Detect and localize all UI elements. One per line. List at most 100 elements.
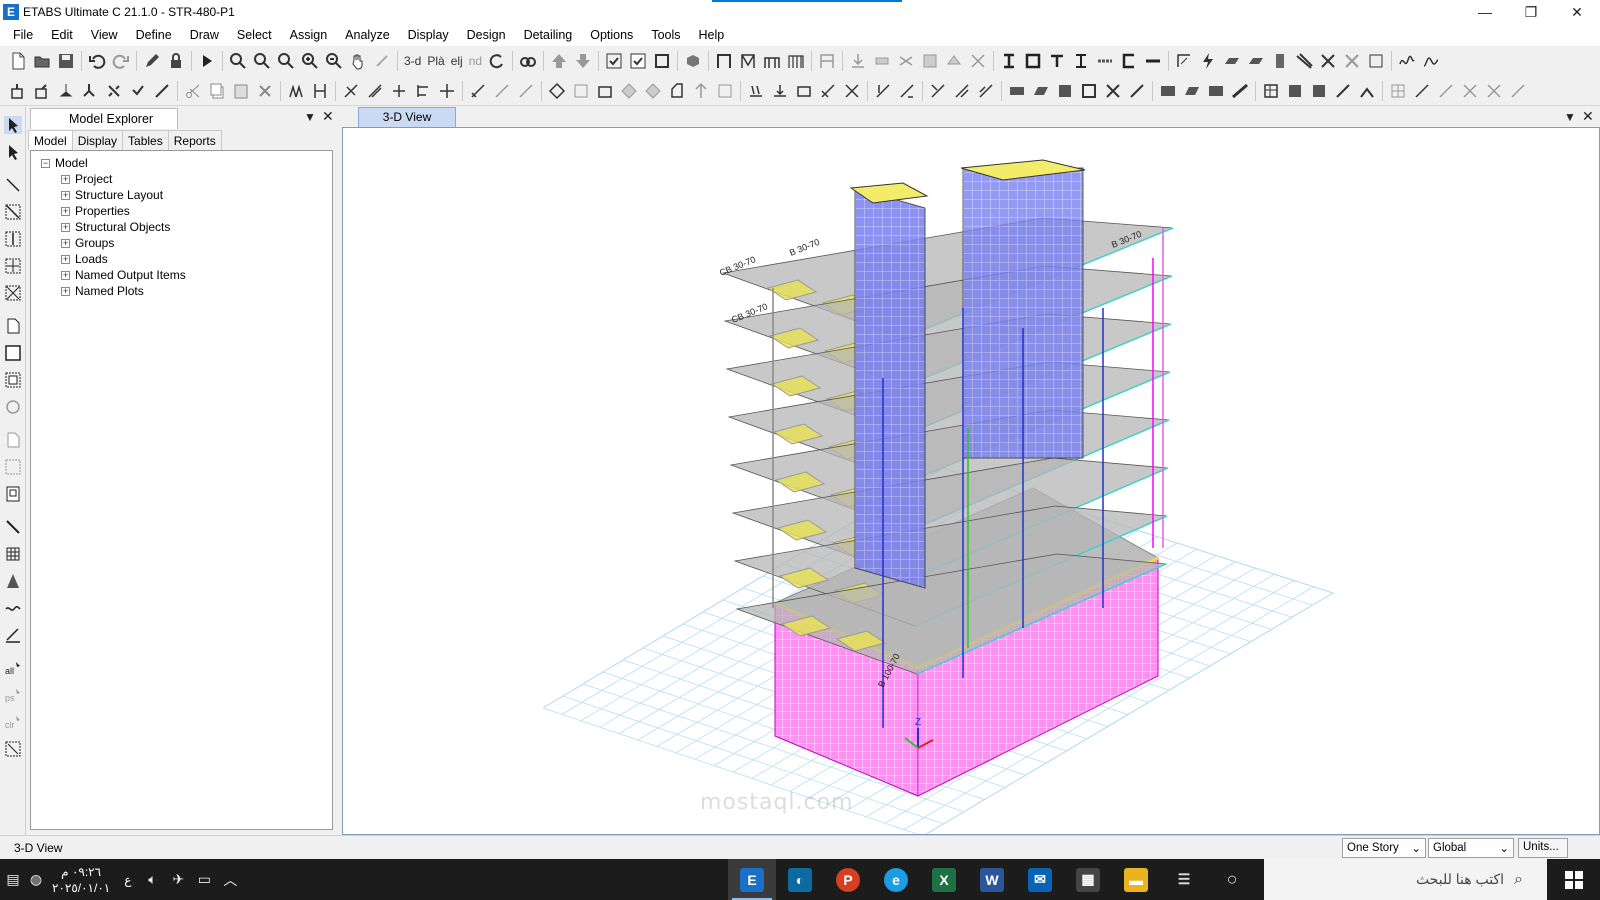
expand-icon[interactable]: + (61, 254, 70, 264)
menu-analyze[interactable]: Analyze (336, 28, 398, 42)
reshape-icon[interactable] (2, 138, 24, 165)
tab-model[interactable]: Model (28, 130, 73, 150)
taskbar-excel[interactable]: X (920, 859, 968, 900)
expand-icon[interactable]: + (61, 238, 70, 248)
area-select-icon[interactable] (545, 79, 569, 103)
assign-support-icon[interactable] (54, 79, 78, 103)
taskbar-taskview[interactable]: ☰ (1160, 859, 1208, 900)
rotate-icon[interactable] (485, 49, 509, 73)
elevation-view-button[interactable]: elj (448, 54, 466, 68)
draw-tendon-icon[interactable] (2, 567, 24, 594)
zoom-full-icon[interactable] (250, 49, 274, 73)
grid-select-icon[interactable] (569, 79, 593, 103)
clear-selection-icon[interactable]: clr (2, 708, 24, 735)
expand-icon[interactable]: + (61, 270, 70, 280)
select-pointer-icon[interactable] (2, 111, 24, 138)
deck-icon[interactable] (1093, 49, 1117, 73)
moment-frame-icon[interactable] (760, 49, 784, 73)
scale-icon[interactable] (966, 49, 990, 73)
assign-modifier-icon[interactable] (840, 79, 864, 103)
draw-opening-icon[interactable] (2, 393, 24, 420)
model-3d-canvas[interactable]: Z CB 30-70 B 30-70 B 100-70 B 30-70 CB 3… (342, 127, 1600, 835)
wind-icon[interactable] (894, 49, 918, 73)
i-section-icon[interactable] (997, 49, 1021, 73)
wave-icon[interactable] (1395, 49, 1419, 73)
expand-icon[interactable]: + (61, 174, 70, 184)
restraint-icon[interactable] (1340, 49, 1364, 73)
clock[interactable]: ٠٩:٢٦ م ٢٠٢٥/٠١/٠١ (46, 864, 116, 896)
set-options-icon[interactable] (650, 49, 674, 73)
menu-display[interactable]: Display (399, 28, 458, 42)
chevron-up-icon[interactable]: ︿ (217, 859, 243, 900)
draw-dimension-icon[interactable] (2, 621, 24, 648)
assign-mesh-icon[interactable] (950, 79, 974, 103)
taskbar-app-3[interactable]: P (824, 859, 872, 900)
detailing4-icon[interactable] (1228, 79, 1252, 103)
extrude2-icon[interactable] (490, 79, 514, 103)
check-icon[interactable] (626, 49, 650, 73)
menu-define[interactable]: Define (127, 28, 181, 42)
draw-beam-icon[interactable] (2, 198, 24, 225)
design-composite-icon[interactable] (1053, 79, 1077, 103)
assign-release-icon[interactable] (792, 79, 816, 103)
taskbar-cortana[interactable]: ○ (1208, 859, 1256, 900)
menu-draw[interactable]: Draw (181, 28, 228, 42)
panel-dropdown-icon[interactable]: ▼ (304, 110, 316, 124)
snap-perp-icon[interactable] (1482, 79, 1506, 103)
expand-icon[interactable]: + (61, 286, 70, 296)
taskbar-mail[interactable]: ✉ (1016, 859, 1064, 900)
restore-button[interactable]: ❐ (1508, 0, 1554, 24)
divide-icon[interactable] (339, 79, 363, 103)
assign-diaphragm-icon[interactable] (926, 79, 950, 103)
extrude-icon[interactable] (466, 79, 490, 103)
menu-edit[interactable]: Edit (42, 28, 82, 42)
notifications-icon[interactable]: ▤ (0, 859, 26, 900)
wall-icon[interactable] (942, 49, 966, 73)
menu-view[interactable]: View (82, 28, 127, 42)
join-icon[interactable] (387, 79, 411, 103)
intersect-select-icon[interactable] (2, 735, 24, 762)
taskbar-edge[interactable]: e (872, 859, 920, 900)
minimize-button[interactable]: — (1462, 0, 1508, 24)
start-button[interactable] (1548, 859, 1600, 900)
draw-wave-icon[interactable] (2, 594, 24, 621)
menu-tools[interactable]: Tools (642, 28, 689, 42)
wall-draw-icon[interactable] (1268, 49, 1292, 73)
snap-end-icon[interactable] (1410, 79, 1434, 103)
assign-frame-icon[interactable] (30, 79, 54, 103)
multi-frame-icon[interactable] (784, 49, 808, 73)
display-icon[interactable] (602, 49, 626, 73)
lock-icon[interactable] (164, 49, 188, 73)
close-button[interactable]: ✕ (1554, 0, 1600, 24)
tree-item-structural-objects[interactable]: + Structural Objects (41, 219, 332, 235)
assign-joint-icon[interactable] (6, 79, 30, 103)
new-model-icon[interactable] (6, 49, 30, 73)
braced-frame-icon[interactable] (736, 49, 760, 73)
undo-icon[interactable] (85, 49, 109, 73)
arrow-icon[interactable] (689, 79, 713, 103)
detailing3-icon[interactable] (1204, 79, 1228, 103)
plate-icon[interactable] (1141, 49, 1165, 73)
design-concrete-icon[interactable] (1029, 79, 1053, 103)
expand-icon[interactable]: + (61, 206, 70, 216)
draw-line-icon[interactable] (2, 171, 24, 198)
floor2-icon[interactable] (1244, 49, 1268, 73)
move-icon[interactable] (435, 79, 459, 103)
delete-icon[interactable] (253, 79, 277, 103)
zoom-out-icon[interactable] (322, 49, 346, 73)
zoom-in-icon[interactable] (298, 49, 322, 73)
open-icon[interactable] (30, 49, 54, 73)
select-previous-icon[interactable]: ps (2, 681, 24, 708)
box-section-icon[interactable] (1021, 49, 1045, 73)
design-results-icon[interactable] (1125, 79, 1149, 103)
design-wall-icon[interactable] (1077, 79, 1101, 103)
taskbar-explorer[interactable]: ▬ (1112, 859, 1160, 900)
expand-icon[interactable]: + (61, 222, 70, 232)
taskbar-search[interactable]: اكتب هنا للبحث ⌕ (1264, 859, 1547, 900)
view-dropdown-icon[interactable]: ▼ (1564, 110, 1576, 124)
snap-int-icon[interactable] (1458, 79, 1482, 103)
polygon-icon[interactable] (665, 79, 689, 103)
redo-icon[interactable] (109, 49, 133, 73)
menu-help[interactable]: Help (690, 28, 734, 42)
table2-icon[interactable] (1283, 79, 1307, 103)
